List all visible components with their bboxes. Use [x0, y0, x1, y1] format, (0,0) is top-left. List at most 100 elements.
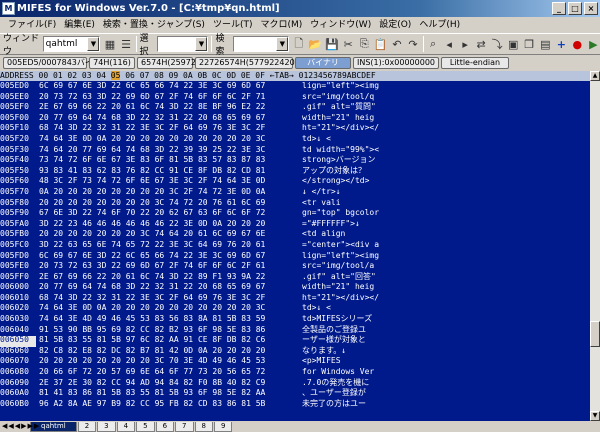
hex-row[interactable]: 005F00 20 77 69 64 74 68 3D 22 32 31 22 2…: [0, 113, 590, 124]
row-text[interactable]: 全製品のご登録ユ: [302, 325, 388, 336]
row-hex-bytes[interactable]: 2E 67 69 66 22 20 61 6C 74 3D 22 8E BF 9…: [39, 102, 289, 113]
new-file-icon[interactable]: 🗋: [292, 36, 305, 52]
row-text[interactable]: src="img/tool/q: [302, 92, 388, 103]
list-icon[interactable]: ☰: [119, 36, 132, 52]
jump-icon[interactable]: ⤵: [491, 36, 504, 52]
row-hex-bytes[interactable]: 6C 69 67 6E 3D 22 6C 65 66 74 22 3E 3C 6…: [39, 81, 289, 92]
row-text[interactable]: width="21" heig: [302, 113, 388, 124]
binary-mode-button[interactable]: バイナリ: [295, 57, 351, 69]
window-cascade-icon[interactable]: ❐: [523, 36, 536, 52]
row-text[interactable]: ーザー様が対象と: [302, 335, 388, 346]
row-hex-bytes[interactable]: 67 6E 3D 22 74 6F 70 22 20 62 67 63 6F 6…: [39, 208, 289, 219]
tab-slot-2[interactable]: 2: [77, 422, 97, 432]
scroll-up-icon[interactable]: ▲: [590, 71, 600, 81]
row-text[interactable]: </strong></td>: [302, 176, 388, 187]
row-text[interactable]: 未完了の方はユー: [302, 399, 388, 410]
hex-row[interactable]: 0060B0 96 A2 8A AE 97 B9 82 CC 95 FB 82 C…: [0, 399, 590, 410]
hex-row[interactable]: 005F80 20 20 20 20 20 20 20 20 3C 74 72 2…: [0, 198, 590, 209]
row-hex-bytes[interactable]: 20 73 72 63 3D 22 69 6D 67 2F 74 6F 6F 6…: [39, 92, 289, 103]
tab-slot-6[interactable]: 6: [155, 422, 175, 432]
window-select[interactable]: qahtml ▼: [42, 36, 101, 52]
row-hex-bytes[interactable]: 20 73 72 63 3D 22 69 6D 67 2F 74 6F 6F 6…: [39, 261, 289, 272]
row-hex-bytes[interactable]: 0A 20 20 20 20 20 20 20 20 3C 2F 74 72 3…: [39, 187, 289, 198]
tab-slot-9[interactable]: 9: [213, 422, 233, 432]
tab-slot-8[interactable]: 8: [194, 422, 213, 432]
hex-row[interactable]: 006080 20 66 6F 72 20 57 69 6E 64 6F 77 7…: [0, 367, 590, 378]
close-icon[interactable]: ×: [584, 2, 598, 15]
menu-item[interactable]: 設定(O): [375, 17, 415, 33]
row-text[interactable]: lign="left"><img: [302, 81, 388, 92]
hex-row[interactable]: 005FC0 3D 22 63 65 6E 74 65 72 22 3E 3C 6…: [0, 240, 590, 251]
row-text[interactable]: td>MIFESシリーズ: [302, 314, 388, 325]
row-hex-bytes[interactable]: 68 74 3D 22 32 31 22 3E 3C 2F 64 69 76 3…: [39, 123, 289, 134]
menu-item[interactable]: ウィンドウ(W): [306, 17, 375, 33]
find-prev-icon[interactable]: ◂: [443, 36, 456, 52]
row-hex-bytes[interactable]: 20 77 69 64 74 68 3D 22 32 31 22 20 68 6…: [39, 282, 289, 293]
row-text[interactable]: アップの対象は？: [302, 166, 388, 177]
hex-row[interactable]: 006020 74 64 3E 0D 0A 20 20 20 20 20 20 2…: [0, 303, 590, 314]
hex-row[interactable]: 005F70 0A 20 20 20 20 20 20 20 20 3C 2F 7…: [0, 187, 590, 198]
row-text[interactable]: for Windows Ver: [302, 367, 388, 378]
record-icon[interactable]: ●: [571, 36, 584, 52]
row-hex-bytes[interactable]: 73 74 72 6F 6E 67 3E 83 6F 81 5B 83 57 8…: [39, 155, 289, 166]
hex-row[interactable]: 005EF0 2E 67 69 66 22 20 61 6C 74 3D 22 8…: [0, 102, 590, 113]
row-hex-bytes[interactable]: 96 A2 8A AE 97 B9 82 CC 95 FB 82 CD 83 8…: [39, 399, 289, 410]
copy-icon[interactable]: ⎘: [358, 36, 371, 52]
chevron-down-icon[interactable]: ▼: [276, 37, 289, 51]
row-hex-bytes[interactable]: 48 3C 2F 73 74 72 6F 6E 67 3E 3C 2F 74 6…: [39, 176, 289, 187]
hex-row[interactable]: 005FA0 3D 22 23 46 46 46 46 46 46 22 3E 0…: [0, 219, 590, 230]
row-text[interactable]: src="img/tool/a: [302, 261, 388, 272]
row-hex-bytes[interactable]: 82 C8 82 E8 82 DC 82 B7 81 42 0D 0A 20 2…: [39, 346, 289, 357]
row-text[interactable]: td width="99%"><: [302, 145, 388, 156]
hex-row[interactable]: 005F90 67 6E 3D 22 74 6F 70 22 20 62 67 6…: [0, 208, 590, 219]
row-text[interactable]: <p>MIFES: [302, 356, 388, 367]
hex-row[interactable]: 005F50 93 83 41 83 62 83 76 82 CC 91 CE 8…: [0, 166, 590, 177]
row-text[interactable]: .7.0の発売を機に: [302, 378, 388, 389]
row-text[interactable]: td>↓ <: [302, 134, 388, 145]
tab-slot-5[interactable]: 5: [136, 422, 155, 432]
hex-row[interactable]: 006030 74 64 3E 4D 49 46 45 53 83 56 83 8…: [0, 314, 590, 325]
row-text[interactable]: lign="left"><img: [302, 251, 388, 262]
hex-editor-area[interactable]: 005ED0 6C 69 67 6E 3D 22 6C 65 66 74 22 3…: [0, 81, 590, 421]
tab-slot-4[interactable]: 4: [116, 422, 136, 432]
row-hex-bytes[interactable]: 6C 69 67 6E 3D 22 6C 65 66 74 22 3E 3C 6…: [39, 251, 289, 262]
row-hex-bytes[interactable]: 81 5B 83 55 81 5B 97 6C 82 AA 91 CE 8F D…: [39, 335, 289, 346]
replace-icon[interactable]: ⇄: [475, 36, 488, 52]
hex-row[interactable]: 005EE0 20 73 72 63 3D 22 69 6D 67 2F 74 6…: [0, 92, 590, 103]
tab-slot-3[interactable]: 3: [97, 422, 116, 432]
row-text[interactable]: ="center"><div a: [302, 240, 388, 251]
window-tile-icon[interactable]: ▣: [507, 36, 520, 52]
undo-icon[interactable]: ↶: [390, 36, 403, 52]
hex-row[interactable]: 005F20 74 64 3E 0D 0A 20 20 20 20 20 20 2…: [0, 134, 590, 145]
tab-nav-icons[interactable]: ◀◀◀▶▶▶: [2, 422, 40, 430]
hex-row[interactable]: 005F30 74 64 20 77 69 64 74 68 3D 22 39 3…: [0, 145, 590, 156]
play-icon[interactable]: ▶: [587, 36, 600, 52]
find-icon[interactable]: ⌕: [427, 36, 440, 52]
row-text[interactable]: ht="21"></div></: [302, 293, 388, 304]
row-text[interactable]: ="#FFFFFF">↓: [302, 219, 388, 230]
minimize-icon[interactable]: _: [552, 2, 566, 15]
row-hex-bytes[interactable]: 81 41 83 86 81 5B 83 55 81 5B 93 6F 98 5…: [39, 388, 289, 399]
hex-row[interactable]: 006050 81 5B 83 55 81 5B 97 6C 82 AA 91 C…: [0, 335, 590, 346]
hex-row[interactable]: 005FE0 20 73 72 63 3D 22 69 6D 67 2F 74 6…: [0, 261, 590, 272]
hex-row[interactable]: 006060 82 C8 82 E8 82 DC 82 B7 81 42 0D 0…: [0, 346, 590, 357]
search-input[interactable]: ▼: [233, 36, 290, 52]
hex-row[interactable]: 005FF0 2E 67 69 66 22 20 61 6C 74 3D 22 8…: [0, 272, 590, 283]
row-hex-bytes[interactable]: 74 64 20 77 69 64 74 68 3D 22 39 39 25 2…: [39, 145, 289, 156]
find-next-icon[interactable]: ▸: [459, 36, 472, 52]
save-icon[interactable]: 💾: [325, 36, 339, 52]
hex-row[interactable]: 005FB0 20 20 20 20 20 20 20 3C 74 64 20 6…: [0, 229, 590, 240]
menu-item[interactable]: ヘルプ(H): [415, 17, 464, 33]
plus-icon[interactable]: +: [555, 36, 568, 52]
hex-row[interactable]: 005F40 73 74 72 6F 6E 67 3E 83 6F 81 5B 8…: [0, 155, 590, 166]
row-text[interactable]: .gif" alt="回答": [302, 272, 388, 283]
select-combo[interactable]: ▼: [157, 36, 209, 52]
maximize-icon[interactable]: □: [568, 2, 582, 15]
row-hex-bytes[interactable]: 20 66 6F 72 20 57 69 6E 64 6F 77 73 20 5…: [39, 367, 289, 378]
scroll-down-icon[interactable]: ▼: [590, 411, 600, 421]
hex-row[interactable]: 0060A0 81 41 83 86 81 5B 83 55 81 5B 93 6…: [0, 388, 590, 399]
row-hex-bytes[interactable]: 74 64 3E 0D 0A 20 20 20 20 20 20 20 20 2…: [39, 134, 289, 145]
row-text[interactable]: なります。↓: [302, 346, 388, 357]
hex-row[interactable]: 005FD0 6C 69 67 6E 3D 22 6C 65 66 74 22 3…: [0, 251, 590, 262]
row-text[interactable]: width="21" heig: [302, 282, 388, 293]
